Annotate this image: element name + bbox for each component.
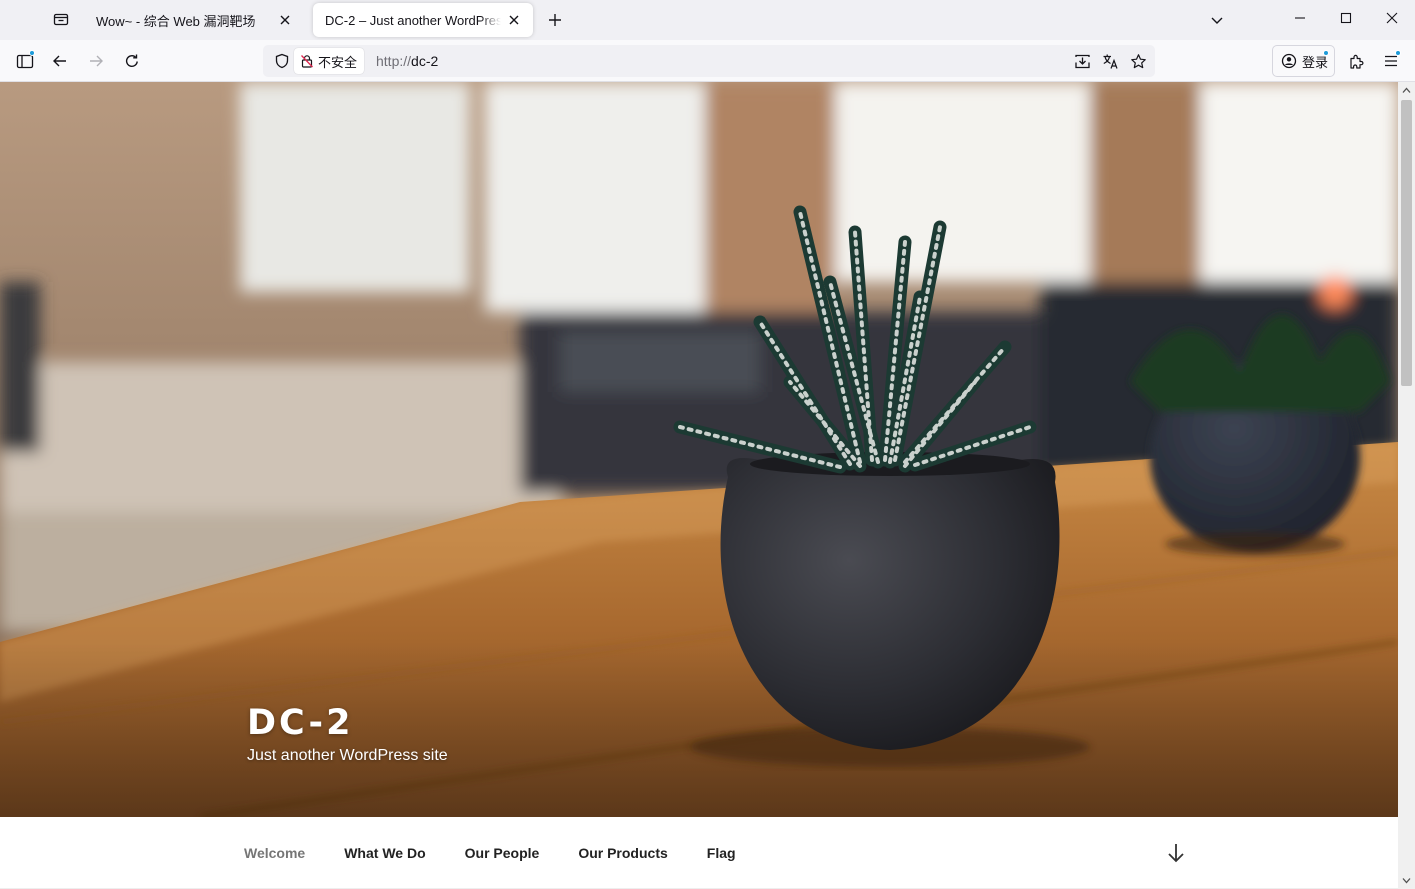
vertical-scrollbar[interactable]	[1398, 82, 1415, 889]
scrollbar-thumb[interactable]	[1401, 100, 1412, 386]
menu-item-welcome[interactable]: Welcome	[244, 845, 305, 861]
back-button[interactable]	[45, 46, 75, 76]
header-image: DC-2 Just another WordPress site	[0, 82, 1398, 817]
menu-item-what-we-do[interactable]: What We Do	[344, 845, 425, 861]
site-navigation: Welcome What We Do Our People Our Produc…	[0, 817, 1398, 889]
notification-dot	[29, 50, 35, 56]
tab-wow[interactable]: Wow~ - 综合 Web 漏洞靶场	[84, 3, 304, 37]
close-icon	[1386, 12, 1398, 24]
shield-icon	[275, 53, 289, 69]
arrow-right-icon	[90, 55, 103, 67]
app-menu-button[interactable]	[1376, 46, 1406, 76]
close-icon	[509, 15, 519, 25]
tab-title: Wow~ - 综合 Web 漏洞靶场	[96, 13, 256, 29]
scroll-up-arrow[interactable]	[1398, 82, 1415, 99]
maximize-icon	[1340, 12, 1352, 24]
insecure-lock-icon	[301, 55, 313, 68]
extensions-button[interactable]	[1341, 46, 1371, 76]
menu-item-our-products[interactable]: Our Products	[578, 845, 667, 861]
tab-strip: Wow~ - 综合 Web 漏洞靶场 DC-2 – Just another W…	[0, 0, 1415, 40]
save-page-button[interactable]	[1069, 48, 1095, 74]
translate-icon	[1103, 54, 1118, 69]
navigation-toolbar: 不安全 http://dc-2 登录	[0, 40, 1415, 82]
menu-item-our-people[interactable]: Our People	[465, 845, 540, 861]
forward-button[interactable]	[81, 46, 111, 76]
chevron-down-icon	[1211, 17, 1223, 24]
tab-dc2[interactable]: DC-2 – Just another WordPress site	[313, 3, 533, 37]
translate-button[interactable]	[1097, 48, 1123, 74]
arrow-down-icon	[1168, 844, 1184, 863]
window-close-button[interactable]	[1369, 0, 1415, 36]
scroll-down-arrow[interactable]	[1398, 872, 1415, 889]
url-bar[interactable]: 不安全 http://dc-2	[263, 45, 1155, 77]
site-branding: DC-2 Just another WordPress site	[247, 703, 448, 765]
security-label: 不安全	[318, 54, 358, 70]
list-all-tabs-button[interactable]	[1202, 6, 1232, 34]
url-host: dc-2	[411, 53, 439, 69]
new-tab-button[interactable]	[541, 6, 569, 34]
update-dot	[1395, 50, 1401, 56]
tab-close-button[interactable]	[505, 11, 523, 29]
puzzle-icon	[1349, 54, 1363, 69]
plus-icon	[549, 14, 561, 26]
url-scheme: http://	[376, 53, 412, 69]
site-security-button[interactable]: 不安全	[294, 48, 365, 74]
tab-title: DC-2 – Just another WordPress site	[325, 12, 501, 28]
reload-button[interactable]	[117, 46, 147, 76]
site-description: Just another WordPress site	[247, 747, 448, 764]
account-icon	[1281, 53, 1297, 69]
succulent-photo	[0, 82, 1398, 817]
minimize-icon	[1295, 17, 1305, 19]
tab-close-button[interactable]	[276, 11, 294, 29]
url-text[interactable]: http://dc-2	[376, 45, 438, 77]
star-icon	[1130, 53, 1146, 68]
sidebar-button[interactable]	[10, 46, 40, 76]
arrow-left-icon	[53, 55, 66, 67]
tracking-protection-button[interactable]	[269, 48, 295, 74]
bookmark-button[interactable]	[1125, 48, 1151, 74]
account-signin-button[interactable]: 登录	[1272, 45, 1335, 77]
minimize-button[interactable]	[1277, 0, 1323, 36]
menu-item-flag[interactable]: Flag	[707, 845, 736, 861]
tab-list-icon	[53, 13, 69, 26]
reload-icon	[126, 54, 138, 68]
tab-list-button[interactable]	[46, 5, 76, 33]
chevron-down-icon	[1402, 878, 1411, 884]
notification-dot	[1323, 50, 1329, 56]
scroll-down-button[interactable]	[1164, 841, 1188, 865]
site-title[interactable]: DC-2	[247, 703, 448, 743]
close-icon	[280, 15, 290, 25]
page-viewport: DC-2 Just another WordPress site Welcome…	[0, 82, 1398, 889]
chevron-up-icon	[1402, 87, 1411, 93]
download-icon	[1074, 54, 1090, 68]
maximize-button[interactable]	[1323, 0, 1369, 36]
primary-menu: Welcome What We Do Our People Our Produc…	[244, 817, 775, 889]
